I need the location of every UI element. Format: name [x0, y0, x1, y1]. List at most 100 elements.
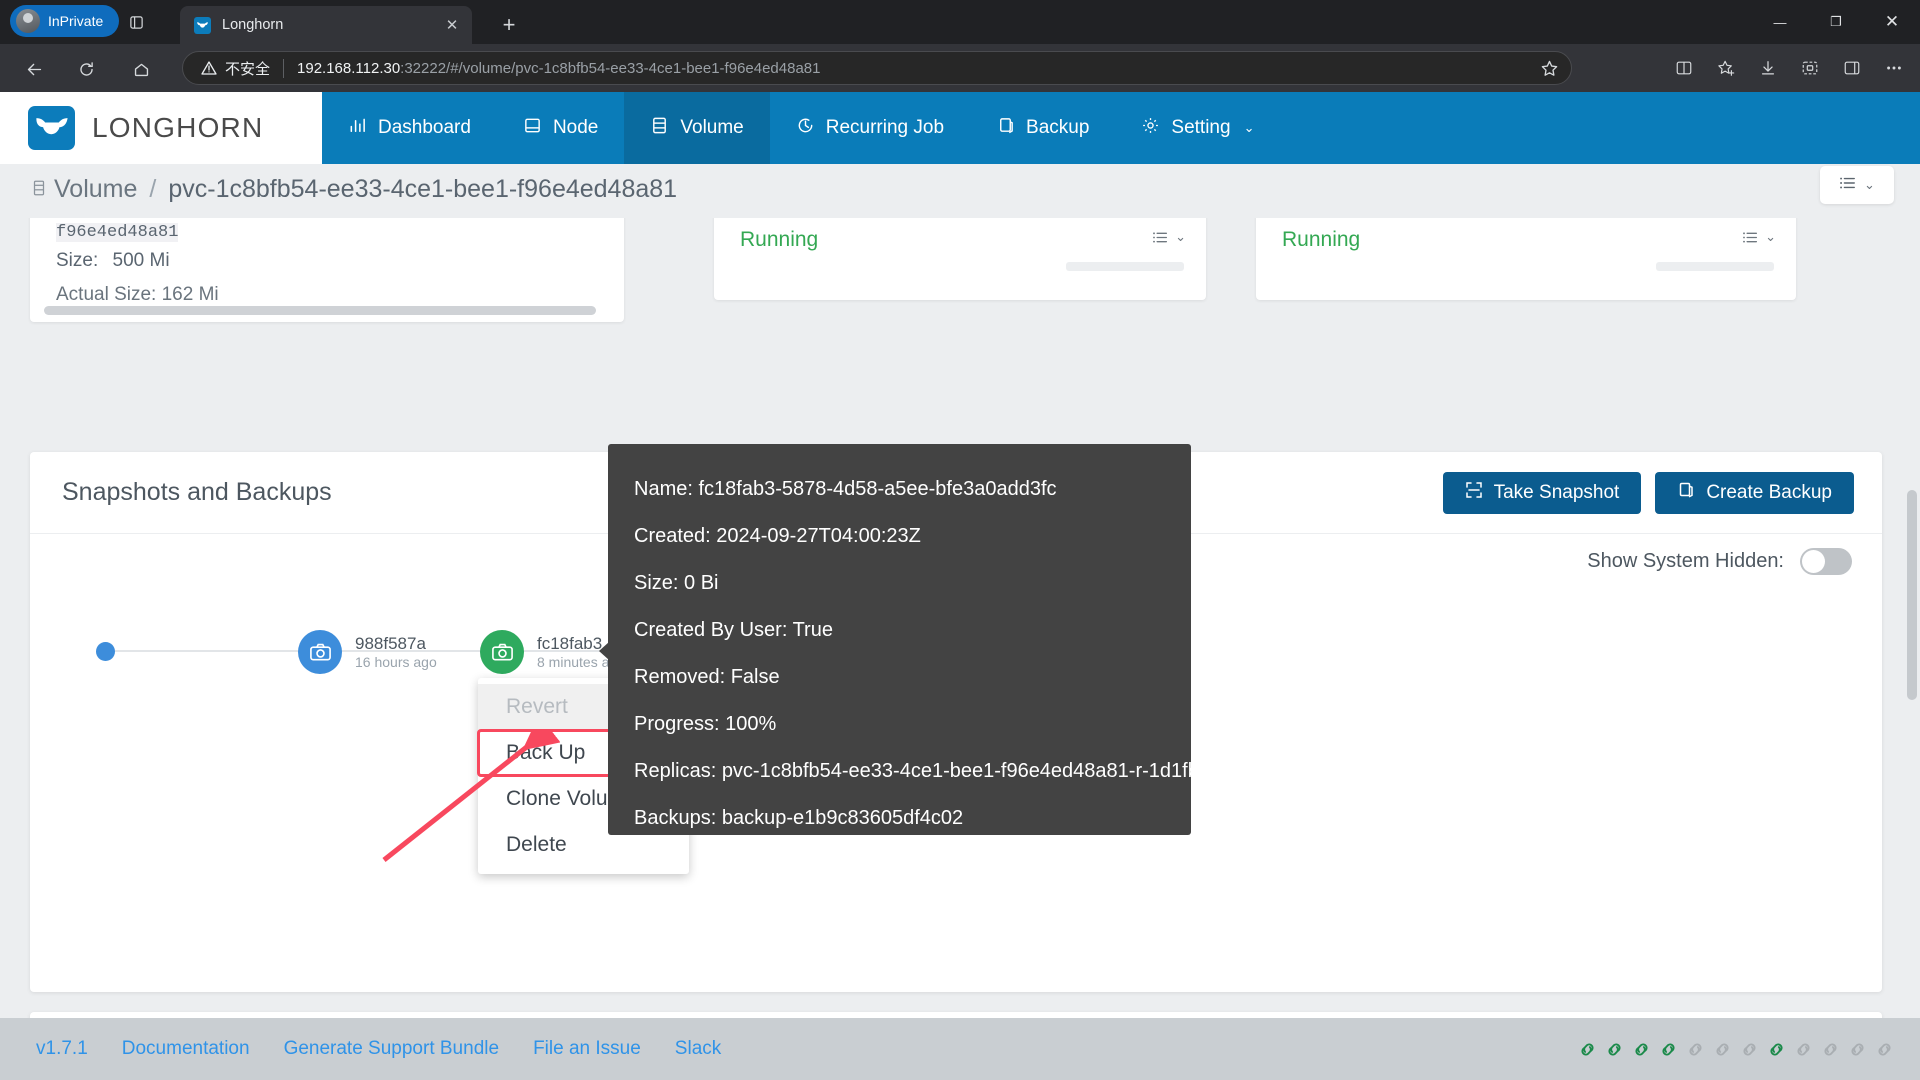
longhorn-favicon-icon [194, 16, 211, 34]
nav-item-setting[interactable]: Setting ⌄ [1115, 92, 1280, 164]
inprivate-label: InPrivate [48, 13, 104, 29]
brand-name: LONGHORN [92, 112, 264, 143]
database-icon [650, 116, 669, 141]
panel-header-actions: Take Snapshot Create Backup [1442, 471, 1854, 514]
tooltip-line-name: Name: fc18fab3-5878-4d58-a5ee-bfe3a0add3… [634, 478, 1057, 500]
chevron-down-icon: ⌄ [1175, 229, 1186, 244]
browser-titlebar: InPrivate Longhorn ✕ + — ❐ ✕ [0, 0, 1920, 44]
chain-link-icon [1635, 1043, 1648, 1055]
back-icon[interactable] [20, 55, 48, 83]
browser-essentials-icon[interactable] [1834, 51, 1870, 85]
volume-icon [30, 175, 50, 204]
collections-icon[interactable] [1792, 51, 1828, 85]
breadcrumb: Volume / pvc-1c8bfb54-ee33-4ce1-bee1-f96… [30, 175, 677, 204]
longhorn-logo-icon [28, 106, 75, 150]
volume-info-cards: f96e4ed48a81 Size: 500 Mi Actual Size: 1… [0, 218, 1920, 330]
browser-tab-longhorn[interactable]: Longhorn ✕ [180, 6, 472, 44]
chain-link-icon [1716, 1043, 1729, 1055]
app-navbar: LONGHORN Dashboard Node Volume Recurring… [0, 92, 1920, 164]
split-screen-icon[interactable] [1666, 51, 1702, 85]
close-icon[interactable]: ✕ [440, 13, 464, 37]
take-snapshot-label: Take Snapshot [1493, 481, 1620, 503]
volume-status-card-1: Running ⌄ [714, 218, 1206, 300]
copy-icon [996, 116, 1015, 141]
clock-icon [796, 116, 815, 141]
tooltip-line-created-by-user: Created By User: True [634, 619, 833, 641]
account-avatar-icon [16, 9, 40, 33]
chain-link-icon [1824, 1043, 1837, 1055]
chart-bar-icon [348, 116, 367, 141]
page-scrollbar-thumb[interactable] [1907, 490, 1917, 700]
create-backup-button[interactable]: Create Backup [1655, 471, 1854, 514]
add-favorite-icon[interactable] [1708, 51, 1744, 85]
chain-link-icon [1851, 1043, 1864, 1055]
tab-title: Longhorn [222, 17, 284, 33]
reload-icon[interactable] [72, 55, 100, 83]
create-backup-label: Create Backup [1706, 481, 1832, 503]
take-snapshot-button[interactable]: Take Snapshot [1442, 471, 1642, 514]
snapshot-node-988f587a[interactable]: 988f587a 16 hours ago [298, 630, 437, 674]
actual-size-line: Actual Size: 162 Mi [56, 284, 219, 305]
nav-item-dashboard[interactable]: Dashboard [322, 92, 497, 164]
more-options-icon[interactable] [1876, 51, 1912, 85]
breadcrumb-separator: / [149, 175, 157, 203]
chain-link-icon [1743, 1043, 1756, 1055]
snapshot-details-tooltip: Name: fc18fab3-5878-4d58-a5ee-bfe3a0add3… [599, 444, 1233, 835]
footer-links: v1.7.1 Documentation Generate Support Bu… [0, 1038, 721, 1060]
browser-toolbar: 不安全 192.168.112.30 :32222/#/volume/pvc-1… [0, 44, 1920, 92]
home-icon[interactable] [127, 55, 155, 83]
card-menu-icon[interactable]: ⌄ [1742, 229, 1776, 245]
breadcrumb-root[interactable]: Volume [54, 175, 137, 204]
card-horizontal-scrollbar[interactable] [44, 306, 596, 315]
maximize-button[interactable]: ❐ [1808, 0, 1864, 44]
server-icon [523, 116, 542, 141]
nav-item-backup[interactable]: Backup [970, 92, 1115, 164]
volume-actions-dropdown[interactable]: ⌄ [1820, 166, 1894, 204]
tab-list-button[interactable] [122, 9, 150, 35]
tooltip-line-replicas: Replicas: pvc-1c8bfb54-ee33-4ce1-bee1-f9… [634, 760, 1233, 782]
card-placeholder-bar [1066, 262, 1184, 271]
footer-link-version[interactable]: v1.7.1 [36, 1038, 88, 1060]
app-brand[interactable]: LONGHORN [0, 92, 322, 164]
address-bar[interactable]: 不安全 192.168.112.30 :32222/#/volume/pvc-1… [182, 51, 1572, 85]
chain-link-icon [1878, 1043, 1891, 1055]
footer-link-file-an-issue[interactable]: File an Issue [533, 1038, 641, 1060]
chain-link-icon [1581, 1043, 1594, 1055]
nav-item-recurring-job[interactable]: Recurring Job [770, 92, 970, 164]
nav-label-backup: Backup [1026, 117, 1090, 138]
chain-link-icon [1662, 1043, 1675, 1055]
downloads-icon[interactable] [1750, 51, 1786, 85]
footer-link-generate-support-bundle[interactable]: Generate Support Bundle [284, 1038, 500, 1060]
chain-link-icon [1797, 1043, 1810, 1055]
tooltip-line-backups: Backups: backup-e1b9c83605df4c02 [634, 807, 964, 829]
snapshot-icon [1465, 481, 1483, 505]
tooltip-line-size: Size: 0 Bi [634, 572, 719, 594]
inprivate-badge[interactable]: InPrivate [10, 5, 120, 37]
snapshot-name: 988f587a [355, 633, 426, 653]
snapshot-root-node[interactable] [96, 642, 115, 661]
breadcrumb-current: pvc-1c8bfb54-ee33-4ce1-bee1-f96e4ed48a81 [168, 175, 678, 203]
favorite-star-icon[interactable] [1535, 54, 1563, 82]
security-warning-label: 不安全 [225, 60, 271, 78]
page-scrollbar-track[interactable] [1904, 220, 1920, 1080]
footer-link-documentation[interactable]: Documentation [122, 1038, 250, 1060]
tooltip-line-created: Created: 2024-09-27T04:00:23Z [634, 525, 921, 547]
new-tab-button[interactable]: + [495, 11, 523, 39]
status-badge: Running [1282, 228, 1361, 251]
copy-icon [1677, 481, 1695, 505]
nav-item-node[interactable]: Node [497, 92, 624, 164]
snapshot-node-text: 988f587a 16 hours ago [355, 633, 437, 672]
window-controls: — ❐ ✕ [1752, 0, 1920, 44]
camera-icon [298, 630, 342, 674]
nav-item-volume[interactable]: Volume [624, 92, 770, 164]
footer-link-slack[interactable]: Slack [675, 1038, 721, 1060]
minimize-button[interactable]: — [1752, 0, 1808, 44]
footer-chain-icons [1576, 1038, 1920, 1061]
attached-value-wrapped: f96e4ed48a81 [56, 223, 179, 242]
chain-link-icon [1770, 1043, 1783, 1055]
card-menu-icon[interactable]: ⌄ [1152, 229, 1186, 245]
window-close-button[interactable]: ✕ [1864, 0, 1920, 44]
gear-icon [1141, 116, 1160, 141]
size-value: 500 Mi [112, 250, 170, 271]
panel-title: Snapshots and Backups [62, 478, 332, 506]
